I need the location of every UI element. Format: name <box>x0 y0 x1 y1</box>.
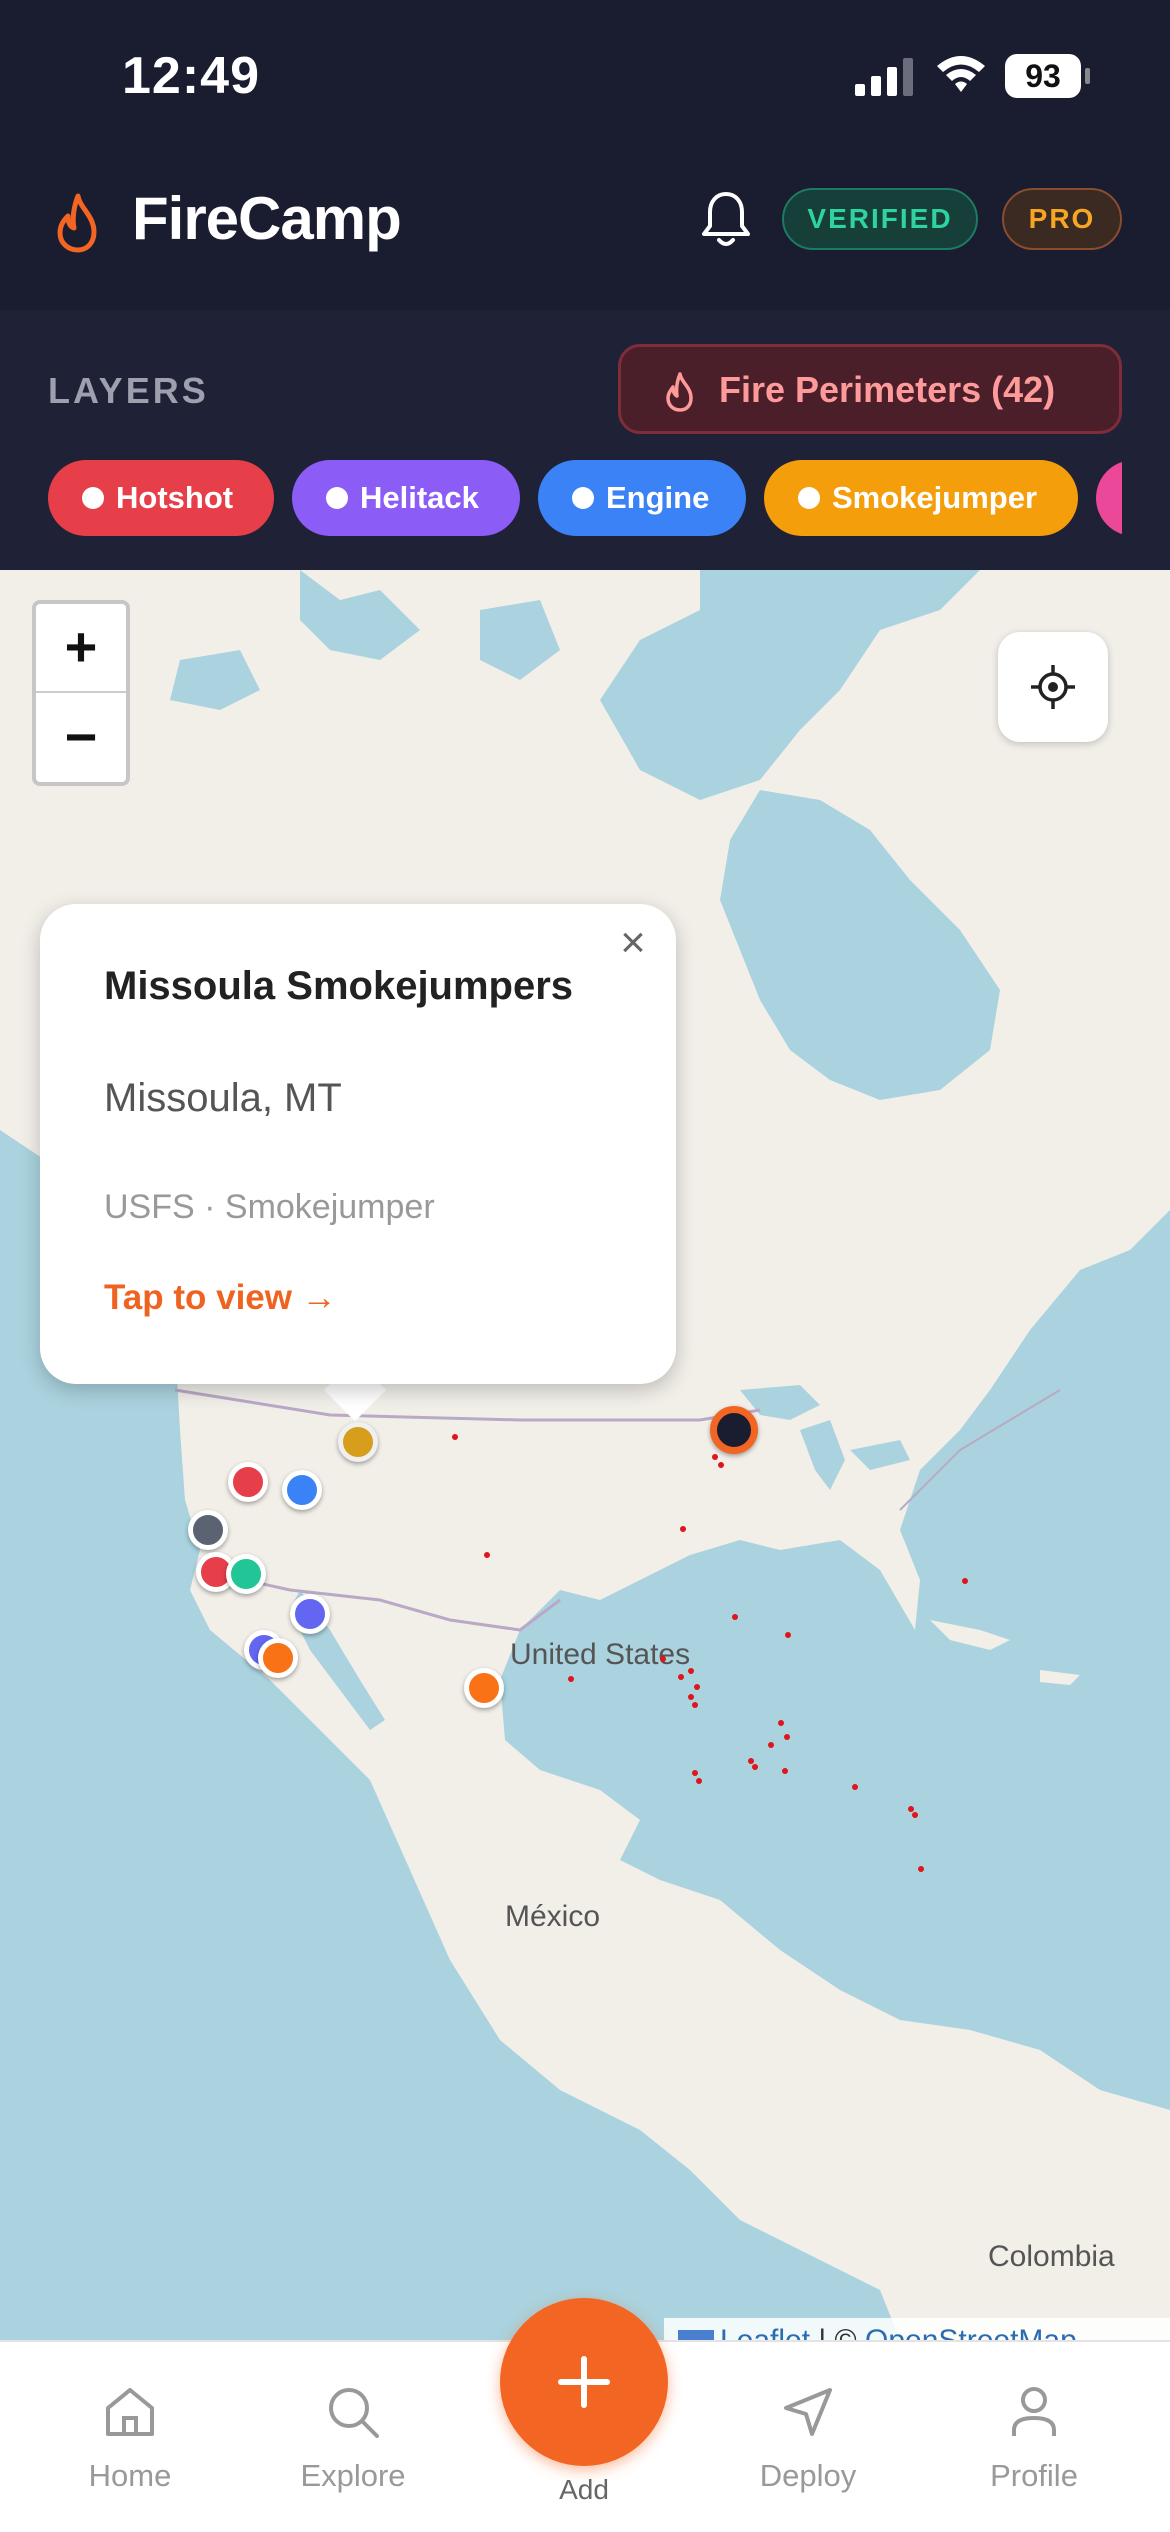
locate-me-button[interactable] <box>998 632 1108 742</box>
status-bar: 12:49 93 <box>0 0 1170 150</box>
fire-perimeter[interactable] <box>680 1526 686 1532</box>
zoom-out-button[interactable]: − <box>36 694 126 783</box>
fire-perimeter[interactable] <box>752 1764 758 1770</box>
fire-perimeter[interactable] <box>688 1694 694 1700</box>
chip-helitack[interactable]: Helitack <box>292 460 520 536</box>
app-title: FireCamp <box>132 185 402 252</box>
crew-marker-other[interactable] <box>188 1510 228 1550</box>
add-button[interactable] <box>500 2298 668 2466</box>
chip-label: Smokejumper <box>832 480 1038 515</box>
fire-perimeter[interactable] <box>452 1434 458 1440</box>
fire-perimeter[interactable] <box>732 1614 738 1620</box>
chip-smokejumper[interactable]: Smokejumper <box>764 460 1078 536</box>
zoom-in-button[interactable]: + <box>36 604 126 693</box>
fire-perimeter[interactable] <box>778 1720 784 1726</box>
tab-profile[interactable]: Profile <box>944 2342 1124 2532</box>
battery-level: 93 <box>1005 54 1081 98</box>
crosshair-icon <box>1031 665 1075 709</box>
user-icon <box>1012 2387 1056 2436</box>
popup-location: Missoula, MT <box>104 1076 342 1120</box>
map-label-us: United States <box>510 1638 691 1671</box>
fire-perimeters-toggle[interactable]: Fire Perimeters (42) <box>618 344 1122 434</box>
tab-explore[interactable]: Explore <box>263 2342 443 2532</box>
notification-bell-icon[interactable] <box>698 188 754 250</box>
fire-perimeter[interactable] <box>718 1462 724 1468</box>
chip-engine[interactable]: Engine <box>538 460 746 536</box>
map-attribution: Leaflet | © OpenStreetMap <box>664 2318 1170 2340</box>
tab-deploy[interactable]: Deploy <box>718 2342 898 2532</box>
fire-perimeter[interactable] <box>852 1784 858 1790</box>
fire-perimeter[interactable] <box>694 1684 700 1690</box>
popup-meta: USFS · Smokejumper <box>104 1188 435 1226</box>
add-label: Add <box>559 2474 609 2505</box>
popup-title: Missoula Smokejumpers <box>104 964 574 1008</box>
fire-perimeter[interactable] <box>688 1668 694 1674</box>
tab-label: Home <box>88 2458 172 2493</box>
fire-perimeters-label: Fire Perimeters (42) <box>719 369 1056 410</box>
crew-popup: × Missoula Smokejumpers Missoula, MT USF… <box>40 904 676 1384</box>
popup-close-button[interactable]: × <box>608 918 658 968</box>
tab-label: Profile <box>990 2458 1078 2493</box>
navigation-arrow-icon <box>784 2388 832 2436</box>
zoom-control: + − <box>32 600 130 786</box>
fire-perimeter[interactable] <box>782 1768 788 1774</box>
leaflet-link[interactable]: Leaflet <box>720 2324 810 2340</box>
layers-panel: LAYERS Fire Perimeters (42) Hotshot Heli… <box>0 310 1170 570</box>
cellular-signal-icon <box>855 58 913 96</box>
fire-perimeter[interactable] <box>692 1702 698 1708</box>
pro-badge: PRO <box>1002 188 1122 250</box>
chip-label: Hotshot <box>116 480 234 515</box>
tab-label: Explore <box>300 2458 406 2493</box>
layer-chips: Hotshot Helitack Engine Smokejumper <box>48 460 1122 536</box>
tab-label: Deploy <box>759 2458 857 2493</box>
popup-view-link[interactable]: Tap to view → <box>104 1278 337 1318</box>
fire-perimeter[interactable] <box>768 1742 774 1748</box>
chip-more[interactable] <box>1096 460 1122 536</box>
fire-perimeter[interactable] <box>696 1778 702 1784</box>
fire-perimeter[interactable] <box>692 1770 698 1776</box>
user-location-marker[interactable] <box>710 1406 758 1454</box>
battery-icon: 93 <box>1005 54 1090 98</box>
chip-label: Engine <box>606 480 710 515</box>
app-header: FireCamp VERIFIED PRO <box>0 150 1170 310</box>
fire-perimeter[interactable] <box>784 1734 790 1740</box>
fire-perimeter[interactable] <box>962 1578 968 1584</box>
wifi-icon <box>937 56 985 92</box>
crew-marker-smokejumper[interactable] <box>258 1638 298 1678</box>
crew-marker-selected[interactable] <box>338 1422 378 1462</box>
map-label-colombia: Colombia <box>988 2240 1115 2273</box>
attribution-separator: | © <box>810 2324 865 2340</box>
crew-marker-other[interactable] <box>226 1554 266 1594</box>
verified-badge: VERIFIED <box>782 188 978 250</box>
fire-perimeter[interactable] <box>660 1656 666 1662</box>
layers-label: LAYERS <box>48 370 209 411</box>
status-time: 12:49 <box>122 47 260 105</box>
chip-label: Helitack <box>360 480 479 515</box>
fire-perimeter[interactable] <box>712 1454 718 1460</box>
crew-marker-hotshot[interactable] <box>228 1462 268 1502</box>
flame-logo-icon <box>57 193 97 253</box>
fire-perimeter[interactable] <box>918 1866 924 1872</box>
tab-home[interactable]: Home <box>40 2342 220 2532</box>
map-tiles <box>0 570 1170 2340</box>
home-icon <box>106 2388 154 2436</box>
crew-marker-smokejumper[interactable] <box>464 1668 504 1708</box>
fire-perimeter[interactable] <box>908 1806 914 1812</box>
crew-marker-helitack[interactable] <box>290 1594 330 1634</box>
fire-perimeter[interactable] <box>748 1758 754 1764</box>
crew-marker-engine[interactable] <box>282 1470 322 1510</box>
map-label-mexico: México <box>505 1900 601 1933</box>
fire-perimeter[interactable] <box>484 1552 490 1558</box>
fire-perimeter[interactable] <box>678 1674 684 1680</box>
search-icon <box>329 2388 379 2438</box>
map-view[interactable]: + − United States México Colombia × Miss… <box>0 570 1170 2340</box>
osm-link[interactable]: OpenStreetMap <box>865 2324 1077 2340</box>
fire-perimeter[interactable] <box>785 1632 791 1638</box>
fire-perimeter[interactable] <box>568 1676 574 1682</box>
flame-icon <box>666 372 693 412</box>
fire-perimeter[interactable] <box>912 1812 918 1818</box>
chip-hotshot[interactable]: Hotshot <box>48 460 274 536</box>
ukraine-flag-icon <box>678 2330 714 2340</box>
